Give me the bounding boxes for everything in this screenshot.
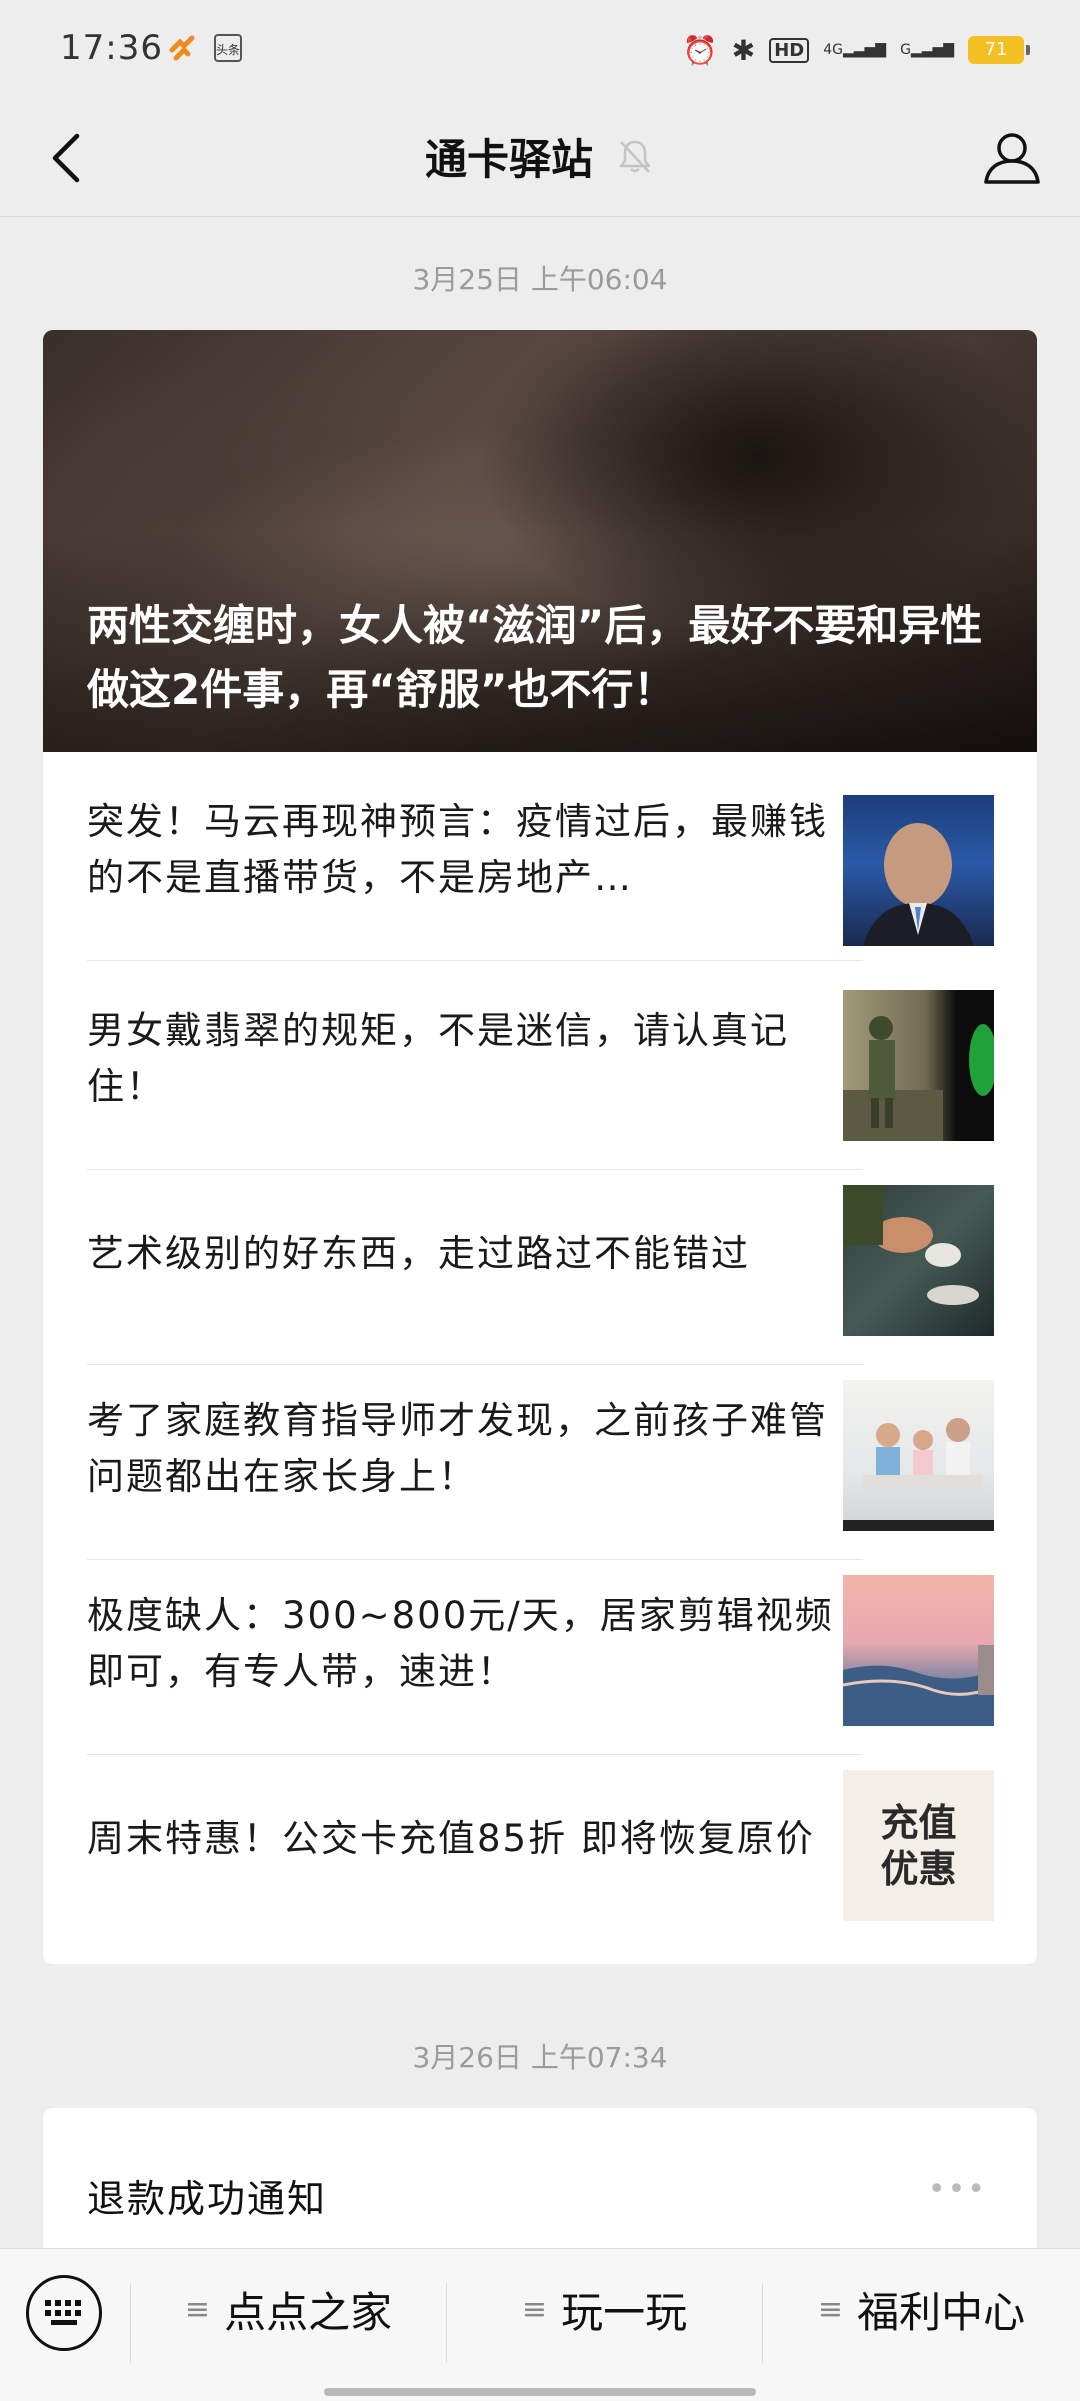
mute-bell-icon — [619, 140, 651, 173]
article-list-item[interactable]: 男女戴翡翠的规矩，不是迷信，请认真记住！ — [43, 961, 1037, 1170]
notice-title: 退款成功通知 — [87, 2177, 328, 2221]
status-icons: ⏰ ✱ HD 4G▂▃▅▇ G▂▃▅▇ 71 — [682, 30, 1030, 70]
toutiao-notification-icon: 头条 — [214, 34, 242, 62]
sunset-sea-image — [843, 1645, 994, 1726]
article-title: 艺术级别的好东西，走过路过不能错过 — [87, 1231, 750, 1275]
bottom-menu: ≡ 点点之家 ≡ 玩一玩 ≡ 福利中心 — [0, 2248, 1080, 2401]
menu-list-icon: ≡ — [521, 2291, 548, 2327]
menu-item-label: 福利中心 — [857, 2287, 1026, 2337]
message-timestamp: 3月25日 上午06:04 — [412, 263, 668, 296]
article-title: 男女戴翡翠的规矩，不是迷信，请认真记住！ — [87, 1008, 789, 1108]
craft-image — [843, 1185, 979, 1305]
menu-item-label: 玩一玩 — [561, 2287, 688, 2337]
menu-list-icon: ≡ — [817, 2291, 844, 2327]
article-thumbnail — [843, 990, 994, 1141]
article-list-item[interactable]: 周末特惠！公交卡充值85折 即将恢复原价 充值 优惠 — [43, 1741, 1037, 1936]
signal-4g-icon: 4G▂▃▅▇ — [823, 42, 887, 58]
message-timestamp: 3月26日 上午07:34 — [412, 2041, 668, 2074]
portrait-image — [863, 823, 974, 946]
article-list-item[interactable]: 极度缺人：300~800元/天，居家剪辑视频即可，有专人带，速进！ — [43, 1546, 1037, 1755]
more-options-icon[interactable]: ••• — [928, 2172, 987, 2207]
menu-list-icon: ≡ — [184, 2291, 211, 2327]
article-thumbnail: 充值 优惠 — [843, 1770, 994, 1921]
article-title: 周末特惠！公交卡充值85折 即将恢复原价 — [87, 1816, 815, 1860]
thumbnail-text: 充值 — [880, 1800, 957, 1845]
article-title: 考了家庭教育指导师才发现，之前孩子难管问题都出在家长身上！ — [87, 1398, 828, 1498]
article-list-item[interactable]: 突发！马云再现神预言：疫情过后，最赚钱的不是直播带货，不是房地产… — [43, 752, 1037, 961]
keyboard-icon — [45, 2300, 81, 2325]
signal-g-icon: G▂▃▅▇ — [900, 42, 954, 58]
article-list-item[interactable]: 艺术级别的好东西，走过路过不能错过 — [43, 1156, 1037, 1365]
article-thumbnail — [843, 1380, 994, 1531]
article-title: 突发！马云再现神预言：疫情过后，最赚钱的不是直播带货，不是房地产… — [87, 799, 828, 899]
hd-icon: HD — [769, 37, 810, 63]
keyboard-toggle-button[interactable] — [26, 2275, 102, 2351]
hero-article[interactable]: 两性交缠时，女人被“滋润”后，最好不要和异性做这2件事，再“舒服”也不行！ — [43, 330, 1037, 752]
status-bar: 17:36 头条 ⏰ ✱ HD 4G▂▃▅▇ G▂▃▅▇ 71 — [0, 0, 1080, 96]
alarm-icon: ⏰ — [682, 33, 718, 67]
hero-article-title: 两性交缠时，女人被“滋润”后，最好不要和异性做这2件事，再“舒服”也不行！ — [87, 601, 983, 714]
article-list-item[interactable]: 考了家庭教育指导师才发现，之前孩子难管问题都出在家长身上！ — [43, 1351, 1037, 1560]
status-time: 17:36 — [60, 28, 163, 68]
page-title: 通卡驿站 — [424, 134, 593, 184]
family-image — [843, 1418, 994, 1531]
home-indicator[interactable] — [324, 2388, 756, 2396]
soldier-image — [843, 1016, 994, 1141]
profile-button[interactable] — [972, 118, 1052, 198]
app-notification-icon — [169, 35, 195, 61]
article-thumbnail — [843, 1185, 994, 1336]
battery-icon: 71 — [968, 36, 1030, 64]
article-list-body: 突发！马云再现神预言：疫情过后，最赚钱的不是直播带货，不是房地产… 男女戴翡翠的… — [43, 752, 1037, 1964]
menu-item-diandian-home[interactable]: ≡ 点点之家 — [131, 2249, 446, 2369]
article-thumbnail — [843, 795, 994, 946]
menu-item-label: 点点之家 — [224, 2287, 393, 2337]
thumbnail-text: 优惠 — [880, 1846, 957, 1891]
menu-item-play[interactable]: ≡ 玩一玩 — [447, 2249, 762, 2369]
article-title: 极度缺人：300~800元/天，居家剪辑视频即可，有专人带，速进！ — [87, 1593, 834, 1693]
bluetooth-icon: ✱ — [731, 33, 756, 67]
title-bar: 通卡驿站 — [0, 96, 1080, 217]
article-thumbnail — [843, 1575, 994, 1726]
menu-item-welfare-center[interactable]: ≡ 福利中心 — [763, 2249, 1080, 2369]
person-icon — [984, 133, 1040, 184]
